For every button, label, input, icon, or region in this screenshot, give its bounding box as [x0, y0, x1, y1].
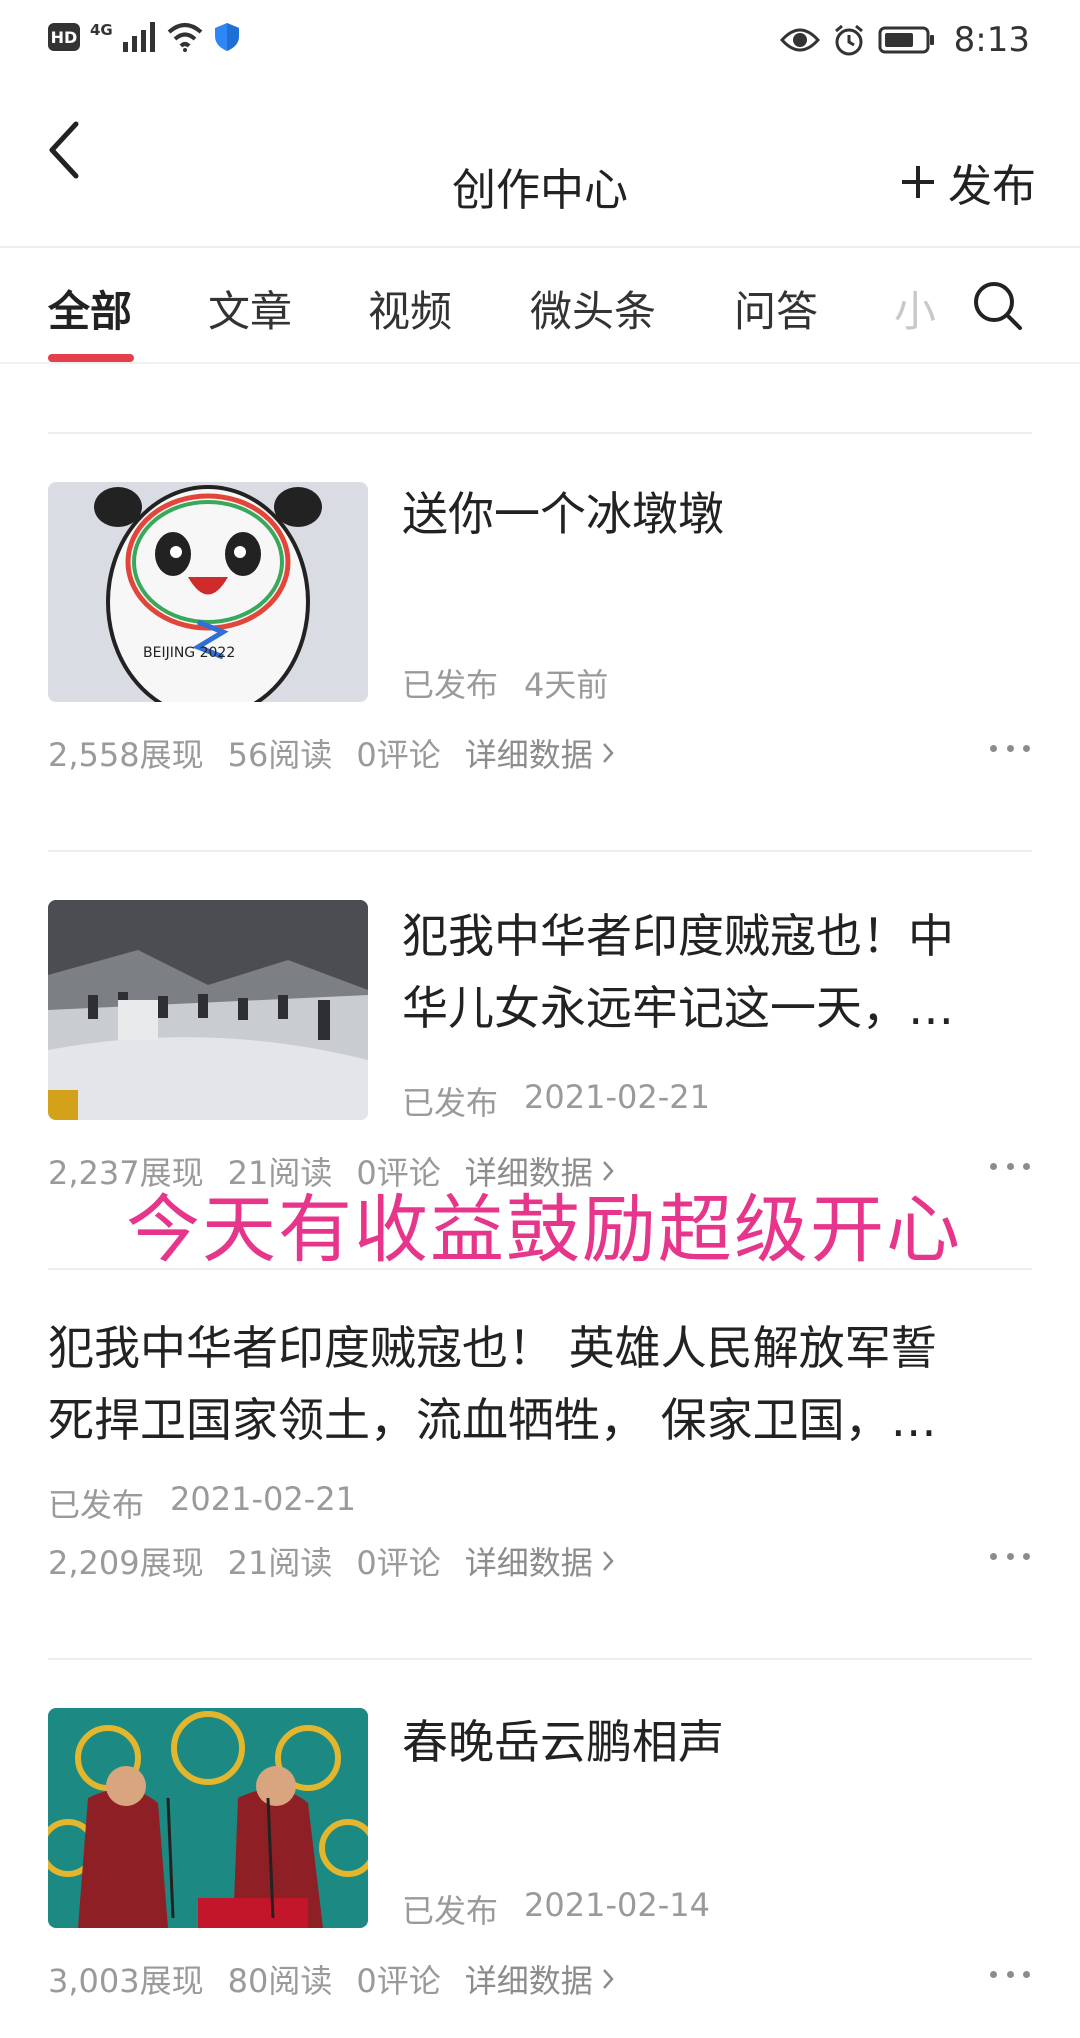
- overlay-caption: 今天有收益鼓励超级开心: [126, 1187, 962, 1273]
- detail-label: 详细数据: [464, 736, 593, 774]
- header-bar: 创作中心 发布: [0, 84, 1080, 248]
- tab-qa[interactable]: 问答: [734, 278, 818, 339]
- item-title[interactable]: 犯我中华者印度贼寇也！中 华儿女永远牢记这一天，…: [402, 900, 954, 1044]
- chevron-right-icon: [602, 743, 614, 763]
- item-meta: 已发布 4天前: [402, 660, 608, 706]
- detail-label: 详细数据: [464, 1962, 593, 2000]
- impressions-count: 3,003展现: [48, 1962, 204, 2000]
- tab-videos[interactable]: 视频: [368, 278, 452, 339]
- more-options-icon[interactable]: [990, 1158, 1030, 1174]
- publish-button[interactable]: 发布: [898, 150, 1036, 214]
- publish-time: 2021-02-14: [524, 1886, 710, 1924]
- publish-status: 已发布: [402, 666, 499, 704]
- status-bar-left: HD 4G: [48, 21, 241, 52]
- item-meta: 已发布 2021-02-21: [402, 1078, 710, 1124]
- publish-time: 4天前: [524, 666, 609, 704]
- chevron-right-icon: [602, 1551, 614, 1571]
- list-divider: [48, 850, 1032, 852]
- clock: 8:13: [953, 20, 1030, 60]
- item-stats: 3,003展现 80阅读 0评论 详细数据: [48, 1956, 615, 2002]
- svg-text:BEIJING 2022: BEIJING 2022: [143, 645, 235, 661]
- item-meta: 已发布 2021-02-14: [402, 1886, 710, 1932]
- signal-icon: [122, 22, 155, 52]
- comments-count: 0评论: [356, 1962, 441, 2000]
- more-options-icon[interactable]: [990, 740, 1030, 756]
- thumbnail-soldiers-river[interactable]: [48, 900, 368, 1120]
- hd-badge: HD: [48, 23, 80, 51]
- publish-status: 已发布: [402, 1892, 499, 1930]
- reads-count: 80阅读: [227, 1962, 333, 2000]
- network-type: 4G: [90, 21, 113, 39]
- tab-micro-posts[interactable]: 微头条: [530, 278, 656, 339]
- list-divider: [48, 1658, 1032, 1660]
- status-bar: HD 4G 8:13: [0, 0, 1080, 84]
- detail-label: 详细数据: [464, 1544, 593, 1582]
- item-title[interactable]: 送你一个冰墩墩: [402, 478, 724, 550]
- item-title-line1: 犯我中华者印度贼寇也！ 英雄人民解放军誓: [48, 1321, 937, 1375]
- item-title[interactable]: 犯我中华者印度贼寇也！ 英雄人民解放军誓 死捍卫国家领土，流血牺牲， 保家卫国，…: [48, 1312, 1032, 1456]
- alarm-icon: [834, 24, 863, 56]
- battery-icon: [878, 26, 934, 54]
- thumbnail-bing-dwen-dwen[interactable]: BEIJING 2022: [48, 482, 368, 702]
- status-bar-right: 8:13: [779, 20, 1030, 60]
- impressions-count: 2,558展现: [48, 736, 204, 774]
- detail-data-link[interactable]: 详细数据: [465, 1956, 615, 2002]
- tab-all[interactable]: 全部: [48, 278, 132, 339]
- search-icon[interactable]: [970, 278, 1026, 334]
- shield-icon: [214, 23, 239, 51]
- tab-more-truncated[interactable]: 小: [894, 278, 936, 339]
- item-title-line2: 华儿女永远牢记这一天，…: [402, 981, 954, 1035]
- thumbnail-crosstalk-stage[interactable]: [48, 1708, 368, 1928]
- item-stats: 2,558展现 56阅读 0评论 详细数据: [48, 730, 615, 776]
- list-divider: [48, 1268, 1032, 1270]
- list-divider: [48, 432, 1032, 434]
- item-stats: 2,209展现 21阅读 0评论 详细数据: [48, 1538, 615, 1584]
- publish-time: 2021-02-21: [524, 1078, 710, 1116]
- publish-label: 发布: [948, 161, 1036, 212]
- publish-status: 已发布: [48, 1486, 145, 1524]
- item-title-line2: 死捍卫国家领土，流血牺牲， 保家卫国，…: [48, 1393, 937, 1447]
- impressions-count: 2,209展现: [48, 1544, 204, 1582]
- reads-count: 56阅读: [227, 736, 333, 774]
- active-tab-indicator: [48, 354, 134, 362]
- item-meta: 已发布 2021-02-21: [48, 1480, 356, 1526]
- more-options-icon[interactable]: [990, 1966, 1030, 1982]
- eye-icon: [779, 28, 820, 52]
- detail-data-link[interactable]: 详细数据: [465, 1538, 615, 1584]
- comments-count: 0评论: [356, 736, 441, 774]
- chevron-right-icon: [602, 1969, 614, 1989]
- more-options-icon[interactable]: [990, 1548, 1030, 1564]
- item-title[interactable]: 春晚岳云鹏相声: [402, 1706, 724, 1778]
- tab-articles[interactable]: 文章: [208, 278, 292, 339]
- comments-count: 0评论: [356, 1544, 441, 1582]
- reads-count: 21阅读: [227, 1544, 333, 1582]
- publish-status: 已发布: [402, 1084, 499, 1122]
- category-tabs: 全部 文章 视频 微头条 问答 小: [0, 248, 1080, 364]
- wifi-icon: [167, 23, 203, 52]
- item-title-line1: 犯我中华者印度贼寇也！中: [402, 909, 954, 963]
- publish-time: 2021-02-21: [170, 1480, 356, 1518]
- detail-data-link[interactable]: 详细数据: [465, 730, 615, 776]
- plus-icon: [902, 166, 934, 198]
